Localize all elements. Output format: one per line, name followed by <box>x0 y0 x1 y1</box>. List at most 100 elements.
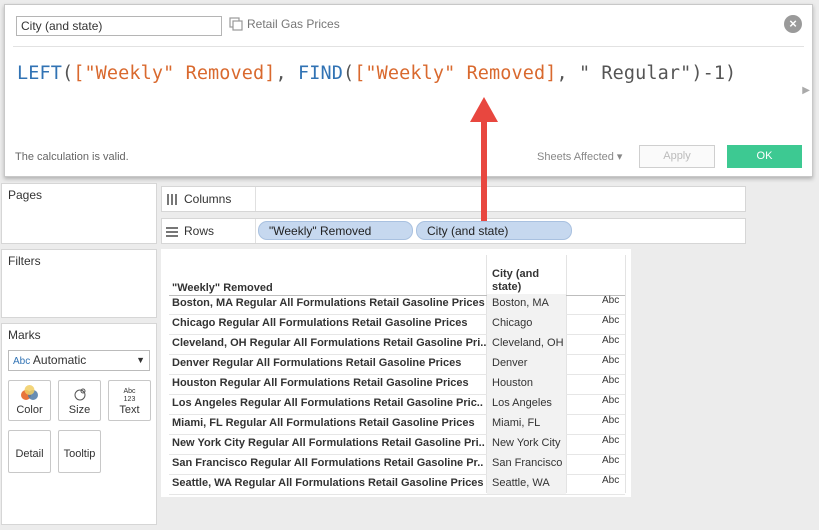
cell-city-and-state: New York City <box>492 437 561 449</box>
viz-table: "Weekly" Removed City (and state) Boston… <box>161 249 631 497</box>
cell-weekly-removed: Los Angeles Regular All Formulations Ret… <box>172 397 483 409</box>
datasource-name: Retail Gas Prices <box>247 17 340 31</box>
divider <box>625 255 626 493</box>
close-icon[interactable]: × <box>784 15 802 33</box>
color-icon <box>21 385 38 400</box>
cell-mark-text: Abc <box>602 295 620 306</box>
cell-mark-text: Abc <box>602 315 620 326</box>
mark-type-value: Automatic <box>32 353 87 367</box>
cell-weekly-removed: San Francisco Regular All Formulations R… <box>172 457 484 469</box>
calculation-status: The calculation is valid. <box>15 151 129 163</box>
sheets-affected-label: Sheets Affected <box>537 151 614 163</box>
detail-label: Detail <box>15 448 44 460</box>
datasource-label: Retail Gas Prices <box>229 17 340 31</box>
table-row[interactable]: Boston, MA Regular All Formulations Reta… <box>169 294 625 315</box>
size-button[interactable]: Size <box>58 380 101 421</box>
marks-card: Marks Abc Automatic ▼ Color Size Abc 123… <box>1 323 157 525</box>
svg-text:123: 123 <box>124 396 136 403</box>
table-row[interactable]: San Francisco Regular All Formulations R… <box>169 454 625 475</box>
cell-weekly-removed: Boston, MA Regular All Formulations Reta… <box>172 297 485 309</box>
pill-city-and-state[interactable]: City (and state) <box>416 221 572 240</box>
columns-label: Columns <box>184 192 232 206</box>
cell-weekly-removed: New York City Regular All Formulations R… <box>172 437 485 449</box>
rows-icon <box>166 226 178 237</box>
size-label: Size <box>68 404 91 416</box>
table-row[interactable]: Los Angeles Regular All Formulations Ret… <box>169 394 625 415</box>
columns-shelf[interactable]: Columns <box>161 186 746 212</box>
table-row[interactable]: Chicago Regular All Formulations Retail … <box>169 314 625 335</box>
abc-icon: Abc <box>13 356 31 367</box>
pages-card[interactable]: Pages <box>1 183 157 244</box>
mark-type-dropdown[interactable]: Abc Automatic ▼ <box>8 350 150 371</box>
cell-weekly-removed: Chicago Regular All Formulations Retail … <box>172 317 468 329</box>
formula-rest: , " Regular")-1) <box>556 63 737 84</box>
size-icon <box>74 388 86 401</box>
cell-mark-text: Abc <box>602 415 620 426</box>
rows-label: Rows <box>184 224 215 238</box>
formula-paren: ( <box>61 63 74 84</box>
cell-mark-text: Abc <box>602 455 620 466</box>
cell-city-and-state: Denver <box>492 357 528 369</box>
formula-editor[interactable]: LEFT(["Weekly" Removed], FIND(["Weekly" … <box>17 63 736 84</box>
color-button[interactable]: Color <box>8 380 51 421</box>
rows-shelf[interactable]: Rows "Weekly" Removed City (and state) <box>161 218 746 244</box>
detail-button[interactable]: Detail <box>8 430 51 473</box>
pill-weekly-removed[interactable]: "Weekly" Removed <box>258 221 413 240</box>
table-row[interactable]: Seattle, WA Regular All Formulations Ret… <box>169 474 625 495</box>
pages-card-title: Pages <box>8 188 43 202</box>
table-row[interactable]: Denver Regular All Formulations Retail G… <box>169 354 625 375</box>
filters-card[interactable]: Filters <box>1 249 157 318</box>
datasource-icon <box>229 17 243 31</box>
table-row[interactable]: New York City Regular All Formulations R… <box>169 434 625 455</box>
cell-weekly-removed: Cleveland, OH Regular All Formulations R… <box>172 337 487 349</box>
chevron-down-icon: ▾ <box>616 151 623 163</box>
formula-function-left: LEFT <box>17 63 62 84</box>
apply-button[interactable]: Apply <box>639 145 715 168</box>
filters-card-title: Filters <box>8 254 41 268</box>
cell-mark-text: Abc <box>602 435 620 446</box>
cell-mark-text: Abc <box>602 395 620 406</box>
color-label: Color <box>16 404 43 416</box>
text-label: Text <box>119 404 140 416</box>
formula-function-find: FIND <box>297 63 343 84</box>
tooltip-button[interactable]: Tooltip <box>58 430 101 473</box>
formula-comma: , <box>275 63 298 84</box>
rows-shelf-label: Rows <box>166 224 214 238</box>
cell-city-and-state: Seattle, WA <box>492 477 550 489</box>
cell-mark-text: Abc <box>602 375 620 386</box>
cell-city-and-state: San Francisco <box>492 457 563 469</box>
formula-field: ["Weekly" Removed] <box>354 63 557 84</box>
calculation-editor-dialog: City (and state) Retail Gas Prices × LEF… <box>4 4 813 177</box>
cell-city-and-state: Chicago <box>492 317 533 329</box>
cell-weekly-removed: Denver Regular All Formulations Retail G… <box>172 357 462 369</box>
cell-weekly-removed: Houston Regular All Formulations Retail … <box>172 377 469 389</box>
cell-city-and-state: Los Angeles <box>492 397 552 409</box>
table-row[interactable]: Miami, FL Regular All Formulations Retai… <box>169 414 625 435</box>
cell-mark-text: Abc <box>602 335 620 346</box>
cell-city-and-state: Cleveland, OH <box>492 337 564 349</box>
divider <box>255 187 256 211</box>
formula-field: ["Weekly" Removed] <box>73 63 276 84</box>
formula-paren: ( <box>342 63 355 84</box>
header-weekly-removed[interactable]: "Weekly" Removed <box>172 282 273 294</box>
scroll-right-icon[interactable]: ▶ <box>802 85 810 96</box>
cell-city-and-state: Boston, MA <box>492 297 549 309</box>
calculation-name-input[interactable]: City (and state) <box>16 16 222 36</box>
marks-card-title: Marks <box>8 328 41 342</box>
cell-city-and-state: Houston <box>492 377 533 389</box>
cell-weekly-removed: Seattle, WA Regular All Formulations Ret… <box>172 477 484 489</box>
divider <box>255 219 256 243</box>
divider <box>13 46 804 47</box>
cell-city-and-state: Miami, FL <box>492 417 541 429</box>
cell-mark-text: Abc <box>602 355 620 366</box>
columns-icon <box>167 193 177 205</box>
header-city-and-state[interactable]: City (and state) <box>492 268 560 294</box>
table-row[interactable]: Cleveland, OH Regular All Formulations R… <box>169 334 625 355</box>
sheets-affected-dropdown[interactable]: Sheets Affected ▾ <box>537 150 622 163</box>
text-button[interactable]: Abc 123 Text <box>108 380 151 421</box>
ok-button[interactable]: OK <box>727 145 802 168</box>
table-row[interactable]: Houston Regular All Formulations Retail … <box>169 374 625 395</box>
text-icon: Abc 123 <box>123 388 136 403</box>
cell-weekly-removed: Miami, FL Regular All Formulations Retai… <box>172 417 475 429</box>
chevron-down-icon: ▼ <box>136 355 145 365</box>
